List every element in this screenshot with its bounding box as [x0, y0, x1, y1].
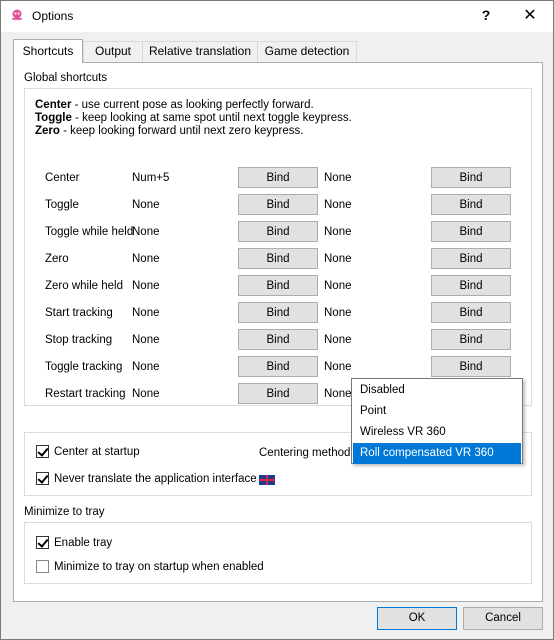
window-title: Options [32, 9, 74, 23]
shortcut-name: Toggle [45, 199, 79, 211]
dropdown-option-disabled[interactable]: Disabled [353, 380, 521, 401]
help-key-zero: Zero [35, 125, 60, 137]
octopus-app-icon [12, 9, 22, 21]
enable-tray-label: Enable tray [54, 537, 113, 549]
shortcut-key1: None [132, 226, 160, 238]
bind-button-primary[interactable]: Bind [238, 302, 318, 323]
help-line-center: Center - use current pose as looking per… [35, 99, 352, 112]
bind-button-primary[interactable]: Bind [238, 248, 318, 269]
shortcut-key1: None [132, 388, 160, 400]
shortcut-name: Restart tracking [45, 388, 126, 400]
bind-button-secondary[interactable]: Bind [431, 302, 511, 323]
help-key-center: Center [35, 99, 72, 111]
bind-button-secondary[interactable]: Bind [431, 329, 511, 350]
shortcut-key2: None [324, 199, 352, 211]
options-window: Options ? ✕ Shortcuts Output Relative tr… [0, 0, 554, 640]
help-button[interactable]: ? [479, 7, 493, 25]
centering-method-dropdown-list: Disabled Point Wireless VR 360 Roll comp… [351, 378, 523, 464]
minimize-to-tray-label: Minimize to tray [24, 506, 105, 518]
bind-button-primary[interactable]: Bind [238, 167, 318, 188]
never-translate-checkbox[interactable] [36, 472, 49, 485]
shortcut-key2: None [324, 253, 352, 265]
shortcut-name: Toggle tracking [45, 361, 123, 373]
shortcut-key1: None [132, 253, 160, 265]
center-at-startup-label: Center at startup [54, 446, 140, 458]
minimize-on-startup-checkbox[interactable] [36, 560, 49, 573]
cancel-button[interactable]: Cancel [463, 607, 543, 630]
help-text-toggle: - keep looking at same spot until next t… [71, 112, 352, 124]
bind-button-secondary[interactable]: Bind [431, 356, 511, 377]
help-key-toggle: Toggle [35, 112, 72, 124]
shortcut-key1: Num+5 [132, 172, 170, 184]
help-text-center: - use current pose as looking perfectly … [71, 99, 314, 111]
never-translate-label: Never translate the application interfac… [54, 473, 257, 485]
center-at-startup-checkbox[interactable] [36, 445, 49, 458]
bind-button-primary[interactable]: Bind [238, 221, 318, 242]
bind-button-secondary[interactable]: Bind [431, 248, 511, 269]
tab-shortcuts[interactable]: Shortcuts [13, 39, 83, 63]
tray-group [24, 522, 532, 584]
shortcut-key2: None [324, 361, 352, 373]
shortcut-key2: None [324, 226, 352, 238]
title-bar: Options ? ✕ [1, 1, 553, 32]
bind-button-primary[interactable]: Bind [238, 383, 318, 404]
shortcut-key1: None [132, 199, 160, 211]
bind-button-primary[interactable]: Bind [238, 356, 318, 377]
shortcuts-help-text: Center - use current pose as looking per… [35, 99, 352, 138]
bind-button-secondary[interactable]: Bind [431, 275, 511, 296]
tab-relative-translation[interactable]: Relative translation [142, 41, 258, 62]
bind-button-primary[interactable]: Bind [238, 329, 318, 350]
shortcut-key1: None [132, 334, 160, 346]
help-line-toggle: Toggle - keep looking at same spot until… [35, 112, 352, 125]
ok-button[interactable]: OK [377, 607, 457, 630]
shortcut-key2: None [324, 280, 352, 292]
bind-button-primary[interactable]: Bind [238, 275, 318, 296]
shortcut-key1: None [132, 361, 160, 373]
bind-button-secondary[interactable]: Bind [431, 194, 511, 215]
shortcut-name: Start tracking [45, 307, 113, 319]
help-line-zero: Zero - keep looking forward until next z… [35, 125, 352, 138]
enable-tray-checkbox[interactable] [36, 536, 49, 549]
bind-button-primary[interactable]: Bind [238, 194, 318, 215]
shortcut-key2: None [324, 172, 352, 184]
dropdown-option-point[interactable]: Point [353, 401, 521, 422]
tab-output[interactable]: Output [83, 41, 143, 62]
shortcut-key1: None [132, 280, 160, 292]
close-button[interactable]: ✕ [519, 5, 541, 27]
help-text-zero: - keep looking forward until next zero k… [59, 125, 304, 137]
bind-button-secondary[interactable]: Bind [431, 221, 511, 242]
uk-flag-icon [259, 475, 275, 485]
dropdown-option-roll-compensated-vr-360[interactable]: Roll compensated VR 360 [353, 443, 521, 464]
shortcut-name: Zero [45, 253, 69, 265]
shortcut-key2: None [324, 388, 352, 400]
shortcut-name: Stop tracking [45, 334, 113, 346]
centering-method-label: Centering method [259, 447, 351, 459]
dropdown-option-wireless-vr-360[interactable]: Wireless VR 360 [353, 422, 521, 443]
shortcut-key2: None [324, 334, 352, 346]
bind-button-secondary[interactable]: Bind [431, 167, 511, 188]
tab-game-detection[interactable]: Game detection [257, 41, 357, 62]
shortcut-name: Toggle while held [45, 226, 134, 238]
shortcut-name: Zero while held [45, 280, 123, 292]
shortcut-key2: None [324, 307, 352, 319]
shortcut-key1: None [132, 307, 160, 319]
shortcut-name: Center [45, 172, 80, 184]
global-shortcuts-label: Global shortcuts [24, 72, 108, 84]
minimize-on-startup-label: Minimize to tray on startup when enabled [54, 561, 264, 573]
